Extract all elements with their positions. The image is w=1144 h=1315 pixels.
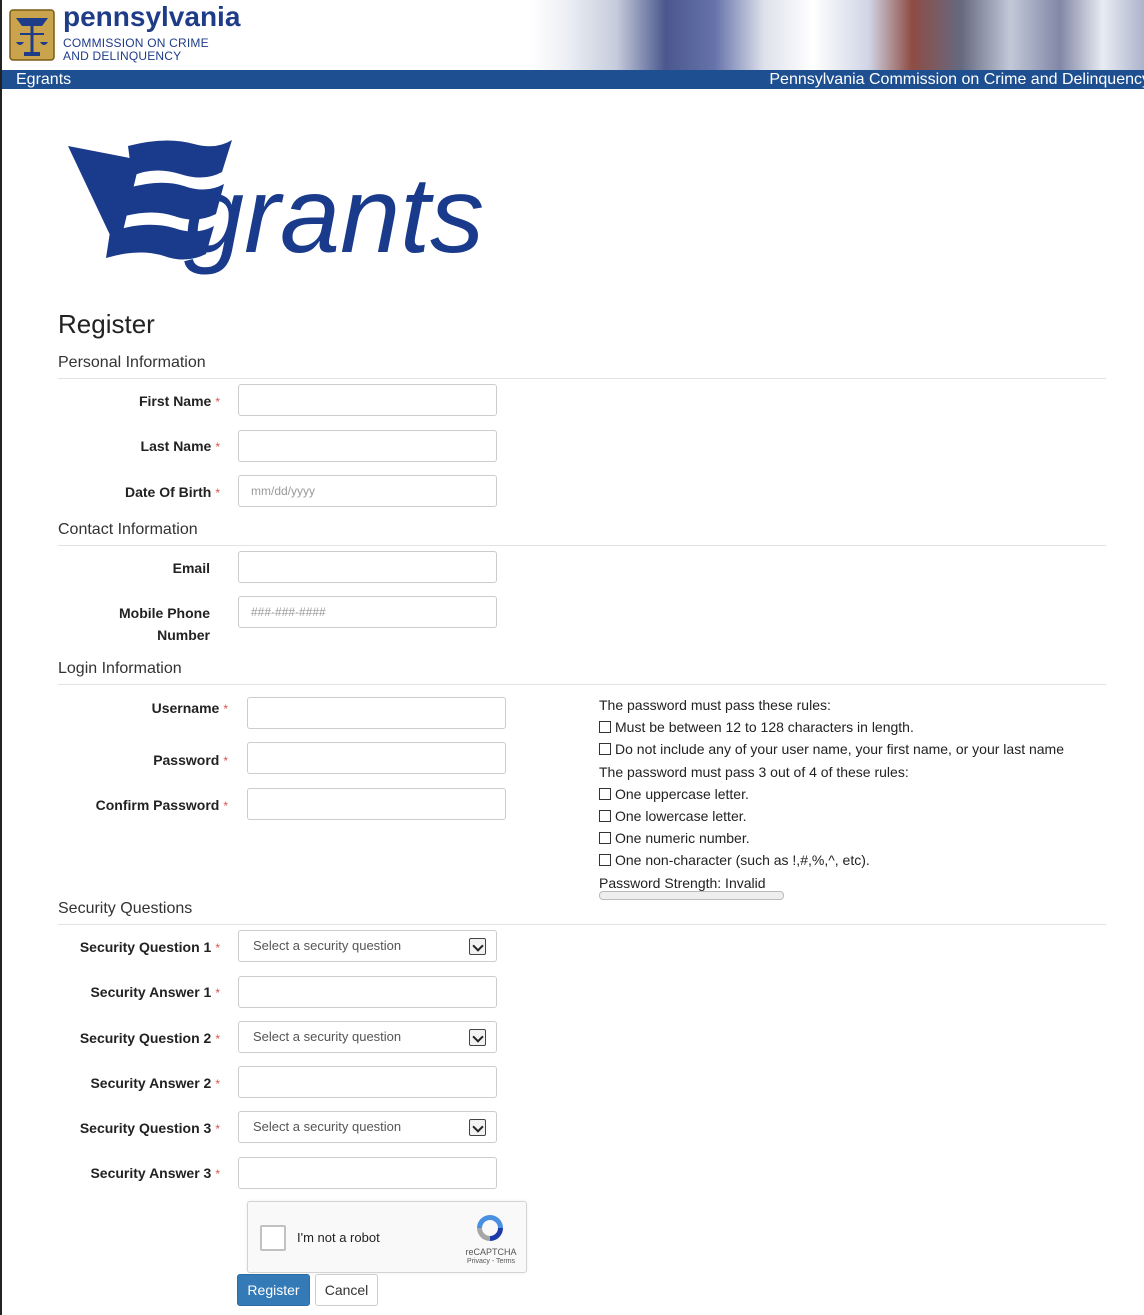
password-rule-uppercase: One uppercase letter. (599, 783, 1064, 805)
nav-home-link[interactable]: Egrants (16, 70, 71, 89)
page-title: Register (58, 309, 155, 339)
logo-text: grants (184, 154, 484, 275)
password-label: Password * (153, 752, 228, 768)
nav-agency-name: Pennsylvania Commission on Crime and Del… (769, 71, 1144, 88)
header-banner: pennsylvania COMMISSION ON CRIME AND DEL… (2, 0, 1144, 70)
required-marker: * (215, 1032, 220, 1046)
required-marker: * (215, 941, 220, 955)
required-marker: * (215, 1167, 220, 1181)
password-rules-intro: The password must pass these rules: (599, 697, 831, 713)
required-marker: * (223, 702, 228, 716)
required-marker: * (215, 395, 220, 409)
recaptcha-brand: reCAPTCHA (465, 1247, 517, 1257)
state-title: pennsylvania (63, 1, 241, 32)
section-contact-information: Contact Information (58, 521, 198, 538)
confirm-password-label: Confirm Password * (95, 797, 228, 813)
password-rule-numeric: One numeric number. (599, 827, 1064, 849)
required-marker: * (215, 440, 220, 454)
banner-image (530, 0, 1144, 70)
password-rule-length: Must be between 12 to 128 characters in … (599, 716, 1064, 738)
rule-checkbox (599, 832, 611, 845)
security-question-3-select[interactable]: Select a security question (238, 1111, 497, 1143)
last-name-input[interactable] (238, 430, 497, 462)
register-button[interactable]: Register (237, 1274, 310, 1306)
chevron-down-icon[interactable] (469, 1029, 486, 1046)
required-marker: * (215, 1077, 220, 1091)
security-question-1-label: Security Question 1 * (79, 939, 220, 955)
date-of-birth-input[interactable]: mm/dd/yyyy (238, 475, 497, 507)
security-answer-2-label: Security Answer 2 * (90, 1075, 220, 1091)
required-marker: * (223, 799, 228, 813)
security-answer-3-label: Security Answer 3 * (90, 1165, 220, 1181)
recaptcha-icon (477, 1215, 503, 1241)
chevron-down-icon[interactable] (469, 938, 486, 955)
first-name-input[interactable] (238, 384, 497, 416)
required-marker: * (215, 1122, 220, 1136)
chevron-down-icon[interactable] (469, 1119, 486, 1136)
password-rule-special: One non-character (such as !,#,%,^, etc)… (599, 849, 1064, 871)
recaptcha-widget: I'm not a robot reCAPTCHA Privacy - Term… (247, 1201, 527, 1273)
password-rule-lowercase: One lowercase letter. (599, 805, 1064, 827)
email-input[interactable] (238, 551, 497, 583)
security-answer-1-input[interactable] (238, 976, 497, 1008)
recaptcha-checkbox[interactable] (260, 1225, 286, 1251)
top-navbar: Egrants Pennsylvania Commission on Crime… (2, 70, 1144, 89)
section-security-questions: Security Questions (58, 900, 193, 917)
cancel-button[interactable]: Cancel (315, 1274, 378, 1306)
keystone-seal-icon (9, 9, 55, 61)
required-marker: * (215, 486, 220, 500)
security-question-1-select[interactable]: Select a security question (238, 930, 497, 962)
section-personal-information: Personal Information (58, 354, 206, 371)
mobile-phone-label-line1: Mobile Phone (119, 605, 210, 621)
password-rules: The password must pass these rules: Must… (599, 694, 1064, 894)
date-of-birth-label: Date Of Birth * (124, 484, 220, 500)
security-question-3-label: Security Question 3 * (79, 1120, 220, 1136)
username-input[interactable] (247, 697, 506, 729)
section-login-information: Login Information (58, 660, 182, 677)
rule-checkbox (599, 721, 611, 734)
security-answer-1-label: Security Answer 1 * (90, 984, 220, 1000)
confirm-password-input[interactable] (247, 788, 506, 820)
password-rule-no-name: Do not include any of your user name, yo… (599, 738, 1064, 760)
mobile-phone-input[interactable]: ###-###-#### (238, 596, 497, 628)
email-label: Email (172, 560, 210, 576)
recaptcha-privacy-terms-links[interactable]: Privacy - Terms (458, 1258, 524, 1265)
last-name-label: Last Name * (140, 438, 220, 454)
rule-checkbox (599, 743, 611, 756)
egrants-logo: grants (68, 140, 484, 275)
rule-checkbox (599, 810, 611, 823)
username-label: Username * (151, 700, 228, 716)
first-name-label: First Name * (138, 393, 220, 409)
commission-subtitle-line2: AND DELINQUENCY (63, 49, 182, 63)
password-input[interactable] (247, 742, 506, 774)
section-divider (58, 545, 1106, 546)
security-question-2-label: Security Question 2 * (79, 1030, 220, 1046)
password-rules-intro-2: The password must pass 3 out of 4 of the… (599, 763, 909, 780)
security-question-2-select[interactable]: Select a security question (238, 1021, 497, 1053)
rule-checkbox (599, 854, 611, 867)
password-strength-bar (599, 891, 784, 900)
required-marker: * (215, 986, 220, 1000)
rule-checkbox (599, 787, 611, 800)
section-divider (58, 924, 1106, 925)
section-divider (58, 684, 1106, 685)
security-answer-3-input[interactable] (238, 1157, 497, 1189)
section-divider (58, 378, 1106, 379)
mobile-phone-label-line2: Number (157, 627, 210, 643)
recaptcha-label: I'm not a robot (297, 1230, 380, 1245)
security-answer-2-input[interactable] (238, 1066, 497, 1098)
required-marker: * (223, 754, 228, 768)
